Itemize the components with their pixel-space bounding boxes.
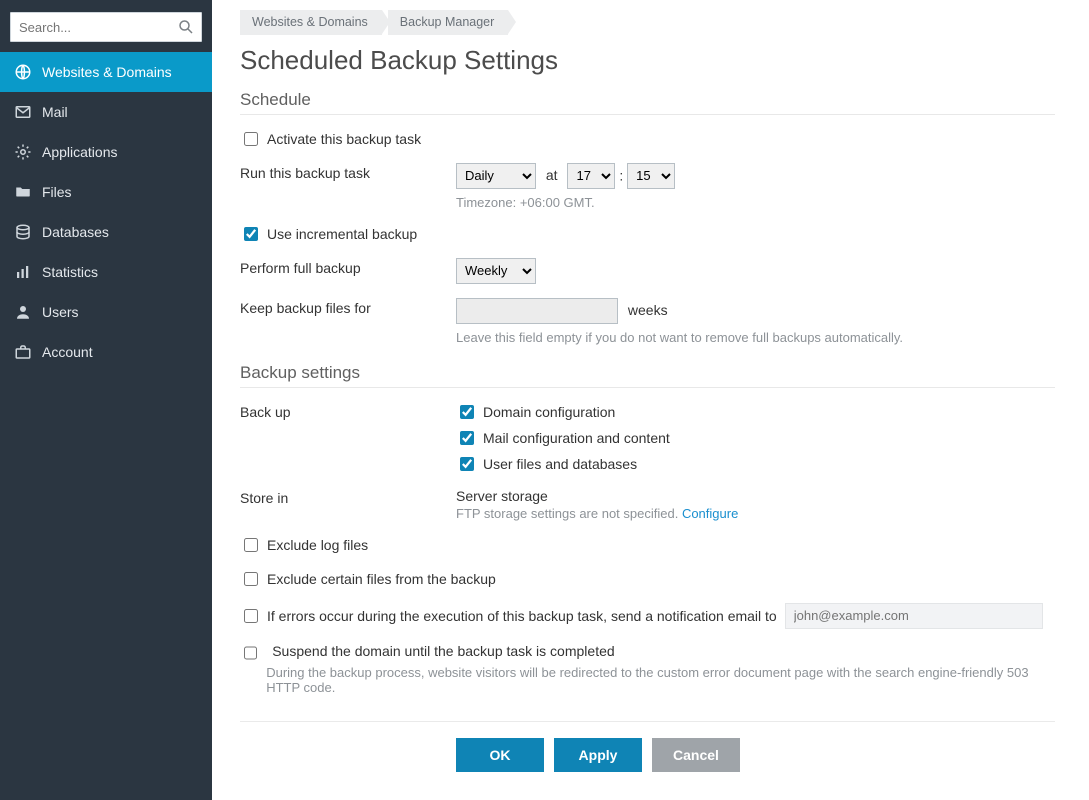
search-icon	[177, 18, 195, 36]
keep-unit-label: weeks	[628, 302, 668, 318]
cancel-button[interactable]: Cancel	[652, 738, 740, 772]
sidebar-item-label: Files	[42, 184, 72, 200]
mail-cfg-row: Mail configuration and content	[456, 428, 1055, 448]
apply-button[interactable]: Apply	[554, 738, 642, 772]
sidebar-item-account[interactable]: Account	[0, 332, 212, 372]
keep-files-fields: weeks Leave this field empty if you do n…	[456, 298, 1055, 345]
keep-files-label: Keep backup files for	[240, 298, 456, 316]
ftp-configure-link[interactable]: Configure	[682, 506, 738, 521]
at-label: at	[546, 167, 558, 183]
incremental-row: Use incremental backup	[240, 224, 1055, 244]
notify-row: If errors occur during the execution of …	[240, 603, 1055, 629]
store-in-value: Server storage	[456, 488, 1055, 504]
sidebar-item-statistics[interactable]: Statistics	[0, 252, 212, 292]
exclude-certain-label[interactable]: Exclude certain files from the backup	[267, 571, 496, 587]
breadcrumb: Websites & Domains Backup Manager	[240, 10, 1055, 35]
exclude-certain-row: Exclude certain files from the backup	[240, 569, 1055, 589]
sidebar-item-mail[interactable]: Mail	[0, 92, 212, 132]
hour-select[interactable]: 17	[567, 163, 615, 189]
run-task-label: Run this backup task	[240, 163, 456, 181]
exclude-log-row: Exclude log files	[240, 535, 1055, 555]
store-in-fields: Server storage FTP storage settings are …	[456, 488, 1055, 521]
sidebar: Websites & Domains Mail Applications Fil…	[0, 0, 212, 800]
section-title-settings: Backup settings	[240, 363, 1055, 388]
keep-hint: Leave this field empty if you do not wan…	[456, 330, 1055, 345]
store-in-row: Store in Server storage FTP storage sett…	[240, 488, 1055, 521]
page-title: Scheduled Backup Settings	[240, 45, 1055, 76]
ok-button[interactable]: OK	[456, 738, 544, 772]
sidebar-item-databases[interactable]: Databases	[0, 212, 212, 252]
timezone-note: Timezone: +06:00 GMT.	[456, 195, 1055, 210]
user-icon	[14, 303, 32, 321]
backup-content-row: Back up Domain configuration Mail config…	[240, 402, 1055, 474]
full-frequency-select[interactable]: Weekly	[456, 258, 536, 284]
activate-task-row: Activate this backup task	[240, 129, 1055, 149]
sidebar-item-applications[interactable]: Applications	[0, 132, 212, 172]
sidebar-item-label: Account	[42, 344, 93, 360]
notify-email-input[interactable]	[785, 603, 1043, 629]
breadcrumb-item[interactable]: Websites & Domains	[240, 10, 382, 35]
full-backup-fields: Weekly	[456, 258, 1055, 284]
full-backup-label: Perform full backup	[240, 258, 456, 276]
user-files-row: User files and databases	[456, 454, 1055, 474]
sidebar-item-websites-domains[interactable]: Websites & Domains	[0, 52, 212, 92]
exclude-log-label[interactable]: Exclude log files	[267, 537, 368, 553]
chart-icon	[14, 263, 32, 281]
domain-cfg-label[interactable]: Domain configuration	[483, 404, 615, 420]
mail-cfg-checkbox[interactable]	[460, 431, 474, 445]
activate-task-label[interactable]: Activate this backup task	[267, 131, 421, 147]
suspend-label[interactable]: Suspend the domain until the backup task…	[272, 643, 614, 659]
exclude-certain-checkbox[interactable]	[244, 572, 258, 586]
backup-content-label: Back up	[240, 402, 456, 420]
briefcase-icon	[14, 343, 32, 361]
incremental-checkbox[interactable]	[244, 227, 258, 241]
sidebar-item-label: Websites & Domains	[42, 64, 172, 80]
ftp-note-text: FTP storage settings are not specified.	[456, 506, 682, 521]
run-task-row: Run this backup task Daily at 17 : 15 Ti…	[240, 163, 1055, 210]
domain-cfg-row: Domain configuration	[456, 402, 1055, 422]
main-content: Websites & Domains Backup Manager Schedu…	[212, 0, 1089, 800]
sidebar-item-label: Applications	[42, 144, 118, 160]
exclude-log-checkbox[interactable]	[244, 538, 258, 552]
sidebar-item-users[interactable]: Users	[0, 292, 212, 332]
mail-cfg-label[interactable]: Mail configuration and content	[483, 430, 670, 446]
domain-cfg-checkbox[interactable]	[460, 405, 474, 419]
notify-checkbox[interactable]	[244, 609, 258, 623]
sidebar-item-label: Statistics	[42, 264, 98, 280]
mail-icon	[14, 103, 32, 121]
sidebar-item-label: Databases	[42, 224, 109, 240]
user-files-label[interactable]: User files and databases	[483, 456, 637, 472]
suspend-hint: During the backup process, website visit…	[266, 665, 1055, 695]
sidebar-item-files[interactable]: Files	[0, 172, 212, 212]
frequency-select[interactable]: Daily	[456, 163, 536, 189]
suspend-checkbox[interactable]	[244, 646, 257, 660]
minute-select[interactable]: 15	[627, 163, 675, 189]
notify-label[interactable]: If errors occur during the execution of …	[267, 608, 777, 624]
keep-weeks-input[interactable]	[456, 298, 618, 324]
activate-task-checkbox[interactable]	[244, 132, 258, 146]
section-title-schedule: Schedule	[240, 90, 1055, 115]
breadcrumb-item[interactable]: Backup Manager	[388, 10, 509, 35]
backup-content-fields: Domain configuration Mail configuration …	[456, 402, 1055, 474]
database-icon	[14, 223, 32, 241]
sidebar-search-wrap	[0, 0, 212, 52]
suspend-row: Suspend the domain until the backup task…	[240, 643, 1055, 695]
gear-icon	[14, 143, 32, 161]
store-in-label: Store in	[240, 488, 456, 506]
sidebar-nav: Websites & Domains Mail Applications Fil…	[0, 52, 212, 372]
form-actions: OK Apply Cancel	[240, 721, 1055, 772]
ftp-note-line: FTP storage settings are not specified. …	[456, 506, 1055, 521]
search-box	[10, 12, 202, 42]
folder-icon	[14, 183, 32, 201]
sidebar-item-label: Mail	[42, 104, 68, 120]
colon-label: :	[619, 167, 623, 183]
globe-icon	[14, 63, 32, 81]
incremental-label[interactable]: Use incremental backup	[267, 226, 417, 242]
run-task-fields: Daily at 17 : 15 Timezone: +06:00 GMT.	[456, 163, 1055, 210]
keep-files-row: Keep backup files for weeks Leave this f…	[240, 298, 1055, 345]
user-files-checkbox[interactable]	[460, 457, 474, 471]
sidebar-item-label: Users	[42, 304, 79, 320]
full-backup-row: Perform full backup Weekly	[240, 258, 1055, 284]
